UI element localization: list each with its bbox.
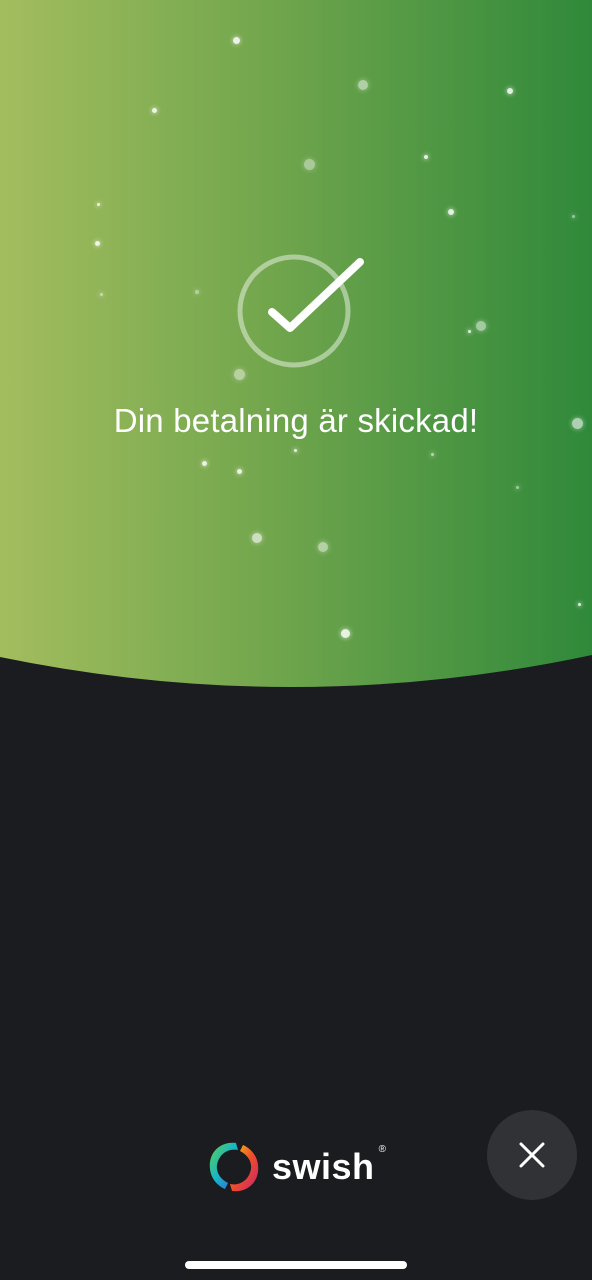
sparkle <box>252 533 262 543</box>
swish-brand: swish ® <box>206 1138 386 1196</box>
swish-logo-icon <box>206 1139 262 1195</box>
sparkle <box>431 453 434 456</box>
close-button[interactable] <box>487 1110 577 1200</box>
sparkle <box>468 330 471 333</box>
sparkle <box>234 369 245 380</box>
payment-confirmation-screen: Din betalning är skickad! swish ® <box>0 0 592 1280</box>
brand-name: swish <box>272 1146 375 1187</box>
sparkle <box>578 603 581 606</box>
sparkle <box>424 155 428 159</box>
sparkle <box>97 203 100 206</box>
sparkle <box>233 37 240 44</box>
sparkle <box>95 241 100 246</box>
sparkle <box>202 461 207 466</box>
sparkle <box>152 108 157 113</box>
checkmark-circle-icon <box>236 254 368 368</box>
sparkle <box>448 209 454 215</box>
close-icon <box>519 1142 545 1168</box>
sparkle <box>294 449 297 452</box>
registered-mark: ® <box>378 1144 387 1155</box>
sparkle <box>572 215 575 218</box>
sparkle <box>507 88 513 94</box>
sparkle <box>318 542 328 552</box>
sparkle <box>358 80 368 90</box>
confirmation-message: Din betalning är skickad! <box>113 402 479 439</box>
sparkle <box>516 486 519 489</box>
home-indicator[interactable] <box>185 1261 407 1269</box>
sparkle <box>304 159 315 170</box>
success-hero: Din betalning är skickad! <box>0 0 592 690</box>
swish-wordmark: swish ® <box>272 1144 386 1188</box>
sparkle <box>100 293 103 296</box>
sparkle <box>341 629 350 638</box>
sparkle <box>237 469 242 474</box>
sparkle <box>195 290 199 294</box>
sparkle <box>476 321 486 331</box>
